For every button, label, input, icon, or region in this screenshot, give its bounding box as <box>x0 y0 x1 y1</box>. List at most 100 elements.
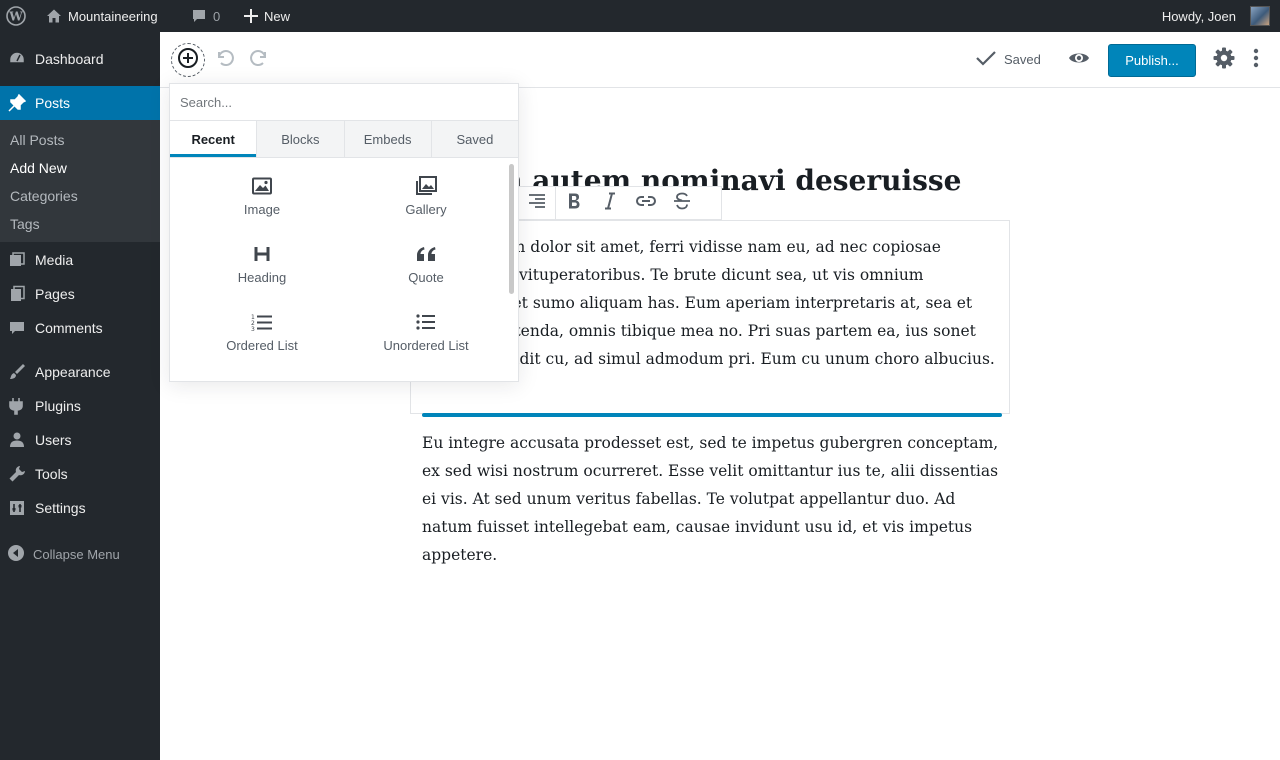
block-item-label: Gallery <box>405 202 447 217</box>
sidebar-item-plugins[interactable]: Plugins <box>0 389 160 423</box>
submenu-tags[interactable]: Tags <box>10 216 40 232</box>
avatar[interactable] <box>1250 6 1270 26</box>
block-item-heading[interactable]: Heading <box>180 231 344 297</box>
submenu-add-new[interactable]: Add New <box>10 160 67 176</box>
undo-button[interactable] <box>213 49 235 71</box>
account-menu[interactable]: Howdy, Joen <box>1162 0 1236 32</box>
block-item-gallery[interactable]: Gallery <box>344 163 508 229</box>
sidebar-item-comments[interactable]: Comments <box>0 311 160 345</box>
submenu-all-posts[interactable]: All Posts <box>10 132 64 148</box>
sidebar-item-label: Posts <box>35 95 71 111</box>
new-label: New <box>264 8 291 24</box>
settings-button[interactable] <box>1213 47 1235 74</box>
align-right-button[interactable] <box>519 187 555 219</box>
add-block-button[interactable] <box>171 43 205 77</box>
collapse-menu-button[interactable]: Collapse Menu <box>7 544 120 565</box>
posts-submenu: All Posts Add New Categories Tags <box>0 120 160 242</box>
block-item-quote[interactable]: Quote <box>344 231 508 297</box>
vertical-ellipsis-icon <box>1253 48 1259 73</box>
comments-icon <box>7 318 27 338</box>
sidebar-item-label: Comments <box>35 320 103 336</box>
bold-button[interactable] <box>556 187 592 219</box>
svg-text:W: W <box>8 10 23 24</box>
tab-recent[interactable]: Recent <box>170 121 258 157</box>
plus-circle-icon <box>177 47 199 74</box>
sidebar-item-label: Tools <box>35 466 68 482</box>
strikethrough-icon <box>673 192 691 215</box>
plugin-icon <box>7 396 27 416</box>
pin-icon <box>7 93 27 113</box>
sidebar-item-appearance[interactable]: Appearance <box>0 355 160 389</box>
block-search-input[interactable] <box>170 84 518 121</box>
sidebar-item-label: Plugins <box>35 398 81 414</box>
sidebar-item-posts[interactable]: Posts <box>0 86 160 120</box>
link-icon <box>635 194 657 213</box>
collapse-arrow-icon <box>7 544 25 565</box>
strikethrough-button[interactable] <box>664 187 700 219</box>
block-inserter-popover: Recent Blocks Embeds Saved Image Gallery… <box>169 83 519 382</box>
ordered-list-icon: 123 <box>251 311 273 333</box>
sidebar-item-label: Media <box>35 252 74 268</box>
paragraph-block[interactable]: Eu integre accusata prodesset est, sed t… <box>422 429 1007 569</box>
submenu-categories[interactable]: Categories <box>10 188 78 204</box>
block-list: Image Gallery Heading Quote 123 Ordered … <box>170 158 506 382</box>
italic-icon <box>603 192 617 215</box>
image-icon <box>252 175 272 197</box>
sidebar-item-dashboard[interactable]: Dashboard <box>0 42 160 76</box>
block-item-label: Image <box>243 202 281 217</box>
link-button[interactable] <box>628 187 664 219</box>
comment-bubble-icon <box>191 8 207 24</box>
comments-count: 0 <box>213 8 221 24</box>
sidebar-item-label: Users <box>35 432 72 448</box>
sidebar-item-pages[interactable]: Pages <box>0 277 160 311</box>
block-item-label: Heading <box>237 270 287 285</box>
wordpress-logo-icon[interactable]: W <box>6 0 26 32</box>
inserter-tabs: Recent Blocks Embeds Saved <box>170 121 518 158</box>
settings-icon <box>7 498 27 518</box>
saved-label: Saved <box>1004 52 1041 67</box>
preview-button[interactable] <box>1068 49 1090 71</box>
sidebar-item-label: Settings <box>35 500 86 516</box>
collapse-label: Collapse Menu <box>33 547 120 562</box>
pages-icon <box>7 284 27 304</box>
sidebar-item-settings[interactable]: Settings <box>0 491 160 525</box>
comments-link[interactable]: 0 <box>191 0 220 32</box>
inserter-scrollbar[interactable] <box>509 164 514 294</box>
undo-icon <box>214 48 234 73</box>
gallery-icon <box>415 175 437 197</box>
publish-button[interactable]: Publish... <box>1108 44 1196 77</box>
media-icon <box>7 250 27 270</box>
block-insertion-indicator <box>422 413 1002 417</box>
admin-bar: W Mountaineering 0 New Howdy, Joen <box>0 0 1280 32</box>
gear-icon <box>1213 47 1235 74</box>
new-content-link[interactable]: New <box>244 0 290 32</box>
unordered-list-icon <box>416 311 436 333</box>
wrench-icon <box>7 464 27 484</box>
italic-button[interactable] <box>592 187 628 219</box>
block-item-label: Unordered List <box>383 338 469 353</box>
site-name: Mountaineering <box>68 8 158 24</box>
sidebar-item-users[interactable]: Users <box>0 423 160 457</box>
block-item-image[interactable]: Image <box>180 163 344 229</box>
sidebar-item-tools[interactable]: Tools <box>0 457 160 491</box>
block-item-ordered-list[interactable]: 123 Ordered List <box>180 299 344 365</box>
more-options-button[interactable] <box>1245 48 1267 73</box>
block-item-unordered-list[interactable]: Unordered List <box>344 299 508 365</box>
tab-blocks[interactable]: Blocks <box>257 121 345 157</box>
brush-icon <box>7 362 27 382</box>
sidebar-item-label: Pages <box>35 286 75 302</box>
sidebar-item-media[interactable]: Media <box>0 243 160 277</box>
align-right-icon <box>528 193 546 214</box>
tab-embeds[interactable]: Embeds <box>344 121 432 157</box>
redo-button[interactable] <box>249 49 271 71</box>
heading-icon <box>254 243 270 265</box>
editor-header: Saved Publish... <box>160 32 1280 88</box>
eye-icon <box>1068 50 1090 71</box>
tab-saved[interactable]: Saved <box>431 121 518 157</box>
sidebar-item-label: Appearance <box>35 364 111 380</box>
site-name-link[interactable]: Mountaineering <box>46 0 158 32</box>
quote-icon <box>416 243 436 265</box>
dashboard-icon <box>7 49 27 69</box>
howdy-text: Howdy, Joen <box>1161 8 1236 24</box>
svg-text:3: 3 <box>251 326 255 331</box>
